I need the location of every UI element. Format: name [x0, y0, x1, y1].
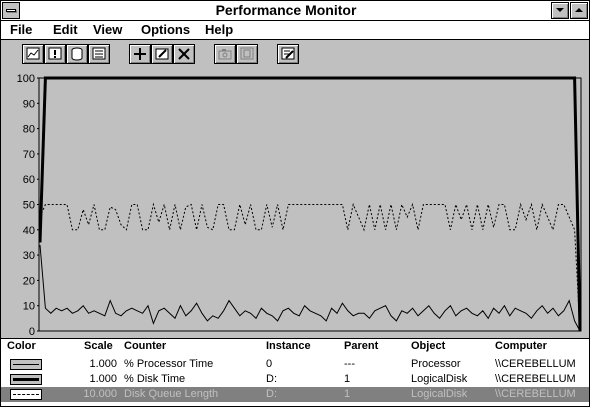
delete-counter-icon — [178, 48, 190, 60]
color-swatch — [10, 389, 42, 400]
counter-cell: Disk Queue Length — [124, 388, 219, 400]
computer-cell: \\CEREBELLUM — [495, 373, 576, 385]
alert-view-icon — [48, 47, 62, 60]
report-view-button[interactable] — [88, 44, 110, 64]
instance-cell: D: — [266, 388, 277, 400]
computer-cell: \\CEREBELLUM — [495, 358, 576, 370]
legend-row-disk-queue-length[interactable]: 10.000 Disk Queue Length D: 1 LogicalDis… — [1, 387, 589, 402]
header-object: Object — [411, 340, 446, 352]
y-tick-label: 70 — [23, 149, 35, 161]
y-tick-label: 20 — [23, 275, 35, 287]
add-counter-button[interactable] — [129, 44, 151, 64]
instance-cell: 0 — [266, 358, 273, 370]
menu-options[interactable]: Options — [141, 22, 190, 37]
counter-cell: % Disk Time — [124, 373, 186, 385]
counter-cell: % Processor Time — [124, 358, 214, 370]
color-swatch — [10, 359, 42, 370]
scale-cell: 1.000 — [89, 373, 117, 385]
edit-counter-icon — [155, 48, 169, 60]
scale-cell: 1.000 — [89, 358, 117, 370]
header-scale: Scale — [84, 340, 113, 352]
y-tick-label: 50 — [23, 200, 35, 212]
object-cell: LogicalDisk — [411, 388, 468, 400]
chart-view-button[interactable] — [22, 44, 44, 64]
y-tick-label: 100 — [17, 73, 35, 85]
report-view-icon — [92, 47, 106, 60]
y-tick-label: 10 — [23, 301, 35, 313]
maximize-button[interactable] — [570, 2, 588, 19]
bookmark-icon — [240, 47, 254, 60]
title-bar[interactable]: Performance Monitor — [1, 1, 589, 21]
bookmark-button[interactable] — [236, 44, 258, 64]
y-tick-label: 40 — [23, 225, 35, 237]
object-cell: Processor — [411, 358, 461, 370]
legend-row-disk-time[interactable]: 1.000 % Disk Time D: 1 LogicalDisk \\CER… — [1, 372, 589, 387]
minimize-button[interactable] — [551, 2, 569, 19]
computer-cell: \\CEREBELLUM — [495, 388, 576, 400]
delete-counter-button[interactable] — [173, 44, 195, 64]
update-now-button[interactable] — [214, 44, 236, 64]
parent-cell: --- — [344, 358, 355, 370]
instance-cell: D: — [266, 373, 277, 385]
object-cell: LogicalDisk — [411, 373, 468, 385]
scale-cell: 10.000 — [83, 388, 117, 400]
alert-view-button[interactable] — [44, 44, 66, 64]
header-parent: Parent — [344, 340, 379, 352]
y-tick-label: 90 — [23, 98, 35, 110]
performance-chart: 1009080706050403020100 — [17, 73, 582, 338]
maximize-icon — [575, 8, 583, 12]
toolbar — [1, 40, 589, 69]
update-now-icon — [218, 49, 232, 60]
log-view-icon — [71, 47, 83, 61]
y-tick-label: 80 — [23, 124, 35, 136]
menu-file[interactable]: File — [10, 22, 32, 37]
menu-edit[interactable]: Edit — [53, 22, 78, 37]
log-view-button[interactable] — [66, 44, 88, 64]
menu-bar: File Edit View Options Help — [1, 21, 589, 40]
header-color: Color — [7, 340, 36, 352]
options-icon — [281, 47, 295, 60]
legend-row-processor-time[interactable]: 1.000 % Processor Time 0 --- Processor \… — [1, 357, 589, 372]
performance-monitor-window: Performance Monitor File Edit View Optio… — [0, 0, 590, 407]
y-tick-label: 30 — [23, 250, 35, 262]
parent-cell: 1 — [344, 388, 351, 400]
menu-help[interactable]: Help — [205, 22, 233, 37]
chart-pane: 100 90 80 70 60 50 40 30 20 10 0 — [1, 69, 589, 338]
chart-view-icon — [26, 47, 40, 60]
menu-view[interactable]: View — [93, 22, 122, 37]
color-swatch — [10, 374, 42, 385]
header-counter: Counter — [124, 340, 167, 352]
y-tick-label: 0 — [29, 326, 35, 338]
edit-counter-button[interactable] — [151, 44, 173, 64]
legend-table: Color Scale Counter Instance Parent Obje… — [1, 338, 589, 406]
window-title: Performance Monitor — [215, 2, 357, 18]
header-instance: Instance — [266, 340, 311, 352]
system-menu-button[interactable] — [2, 2, 20, 19]
minimize-icon — [556, 8, 564, 12]
add-counter-icon — [134, 48, 146, 60]
y-tick-label: 60 — [23, 174, 35, 186]
header-computer: Computer — [495, 340, 547, 352]
options-button[interactable] — [277, 44, 299, 64]
parent-cell: 1 — [344, 373, 351, 385]
